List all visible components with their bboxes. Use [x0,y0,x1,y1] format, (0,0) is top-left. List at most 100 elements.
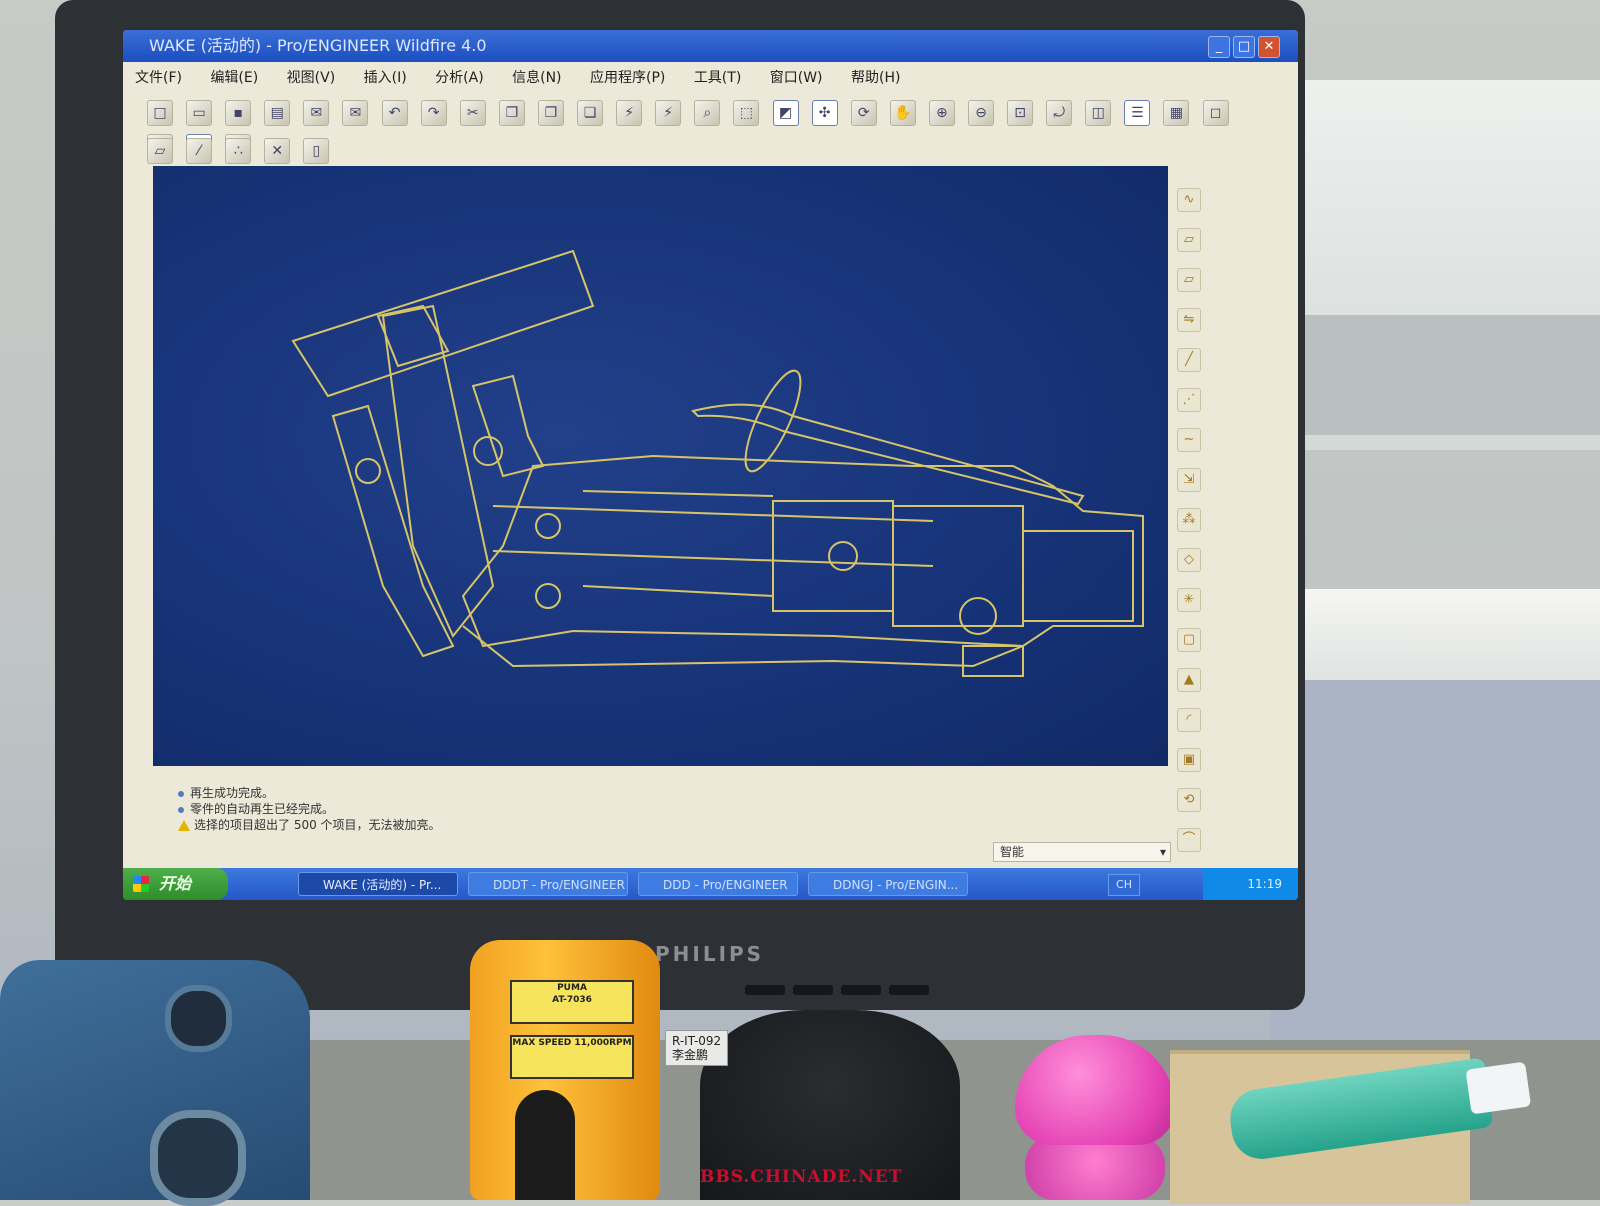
bearing-2 [473,436,503,466]
merge-icon[interactable]: ⇲ [1177,468,1201,492]
line-icon[interactable]: ╱ [1177,348,1201,372]
model-tree-icon[interactable]: ▦ [1163,100,1190,126]
task-button-wake[interactable]: WAKE (活动的) - Pr... [298,872,458,896]
task-button-ddngj[interactable]: DDNGJ - Pro/ENGIN... [808,872,968,896]
grinder-handle [515,1090,575,1200]
body-left-arm [331,404,455,658]
sketch-icon[interactable]: ∿ [1177,188,1201,212]
offset-icon[interactable]: ▢ [1177,628,1201,652]
datum-axis-icon[interactable]: ⁄ [186,138,213,164]
paste-special-icon[interactable]: ❏ [577,100,604,126]
menu-tools[interactable]: 工具(T) [694,64,741,92]
round-icon[interactable]: ◜ [1177,708,1201,732]
revolve-icon[interactable]: ⟲ [1177,788,1201,812]
undo-icon[interactable]: ↶ [381,100,408,126]
monitor-buttons [745,980,937,999]
menu-edit[interactable]: 编辑(E) [210,64,258,92]
close-button[interactable]: ✕ [1258,36,1280,58]
layers-icon[interactable]: ☰ [1124,100,1151,126]
task-button-dddt[interactable]: DDDT - Pro/ENGINEER [468,872,628,896]
feature-toolbar: ∿ ▱ ▱ ⇋ ╱ ⋰ ∼ ⇲ ⁂ ◇ ✳ ▢ ▲ ◜ ▣ ⟲ ⌒ ◎ ▭ ⌂ [1173,180,1233,892]
clock[interactable]: 11:19 [1247,877,1282,891]
print-icon[interactable]: ▤ [264,100,291,126]
datum-point-icon[interactable]: ∴ [225,138,252,164]
menu-info[interactable]: 信息(N) [512,64,561,92]
csys-icon[interactable]: ✳ [1177,588,1201,612]
bearing-1 [355,458,381,484]
redo-icon[interactable]: ↷ [420,100,447,126]
menu-bar: 文件(F) 编辑(E) 视图(V) 插入(I) 分析(A) 信息(N) 应用程序… [123,64,1298,92]
sweep-icon[interactable]: ⌒ [1177,828,1201,852]
reorient-icon[interactable]: ⤾ [1046,100,1073,126]
start-button[interactable]: 开始 [123,868,228,900]
datum-csys-icon[interactable]: ✕ [264,138,291,164]
grinder-speed: MAX SPEED 11,000RPM [512,1038,632,1048]
orient-icon[interactable]: ⟳ [850,100,877,126]
minimize-button[interactable]: _ [1208,36,1230,58]
monitor-button[interactable] [793,985,833,995]
open-icon[interactable]: ▭ [186,100,213,126]
mail-icon[interactable]: ✉ [342,100,369,126]
menu-help[interactable]: 帮助(H) [851,64,900,92]
trigger-lever [691,403,1085,506]
start-label: 开始 [159,874,192,893]
rear-cap [1022,530,1134,622]
copy-icon[interactable]: ❐ [498,100,525,126]
cut-icon[interactable]: ✂ [459,100,486,126]
new-icon[interactable]: □ [147,100,173,126]
menu-view[interactable]: 视图(V) [287,64,336,92]
datum-plane-icon[interactable]: ▱ [147,138,173,164]
analysis-icon[interactable]: ▲ [1177,668,1201,692]
menu-window[interactable]: 窗口(W) [770,64,823,92]
point-icon[interactable]: ⁂ [1177,508,1201,532]
spin-center-icon[interactable]: ✣ [811,100,838,126]
message-text: 选择的项目超出了 500 个项目，无法被加亮。 [194,818,441,832]
monitor-button[interactable] [745,985,785,995]
regenerate-icon[interactable]: ⚡ [616,100,643,126]
regen-manager-icon[interactable]: ⚡ [655,100,682,126]
menu-applications[interactable]: 应用程序(P) [590,64,665,92]
menu-analysis[interactable]: 分析(A) [435,64,484,92]
lower-housing [462,625,1024,668]
pan-icon[interactable]: ✋ [889,100,916,126]
menu-insert[interactable]: 插入(I) [364,64,407,92]
handle-grip [291,249,595,398]
save-icon[interactable]: ▪ [225,100,252,126]
taskbar: 开始 WAKE (活动的) - Pr... DDDT - Pro/ENGINEE… [123,868,1298,900]
shaft-line [492,505,934,522]
maximize-button[interactable]: □ [1233,36,1255,58]
trim-icon[interactable]: ◇ [1177,548,1201,572]
plane-icon[interactable]: ▱ [1177,268,1201,292]
refit-icon[interactable]: ⊡ [1007,100,1034,126]
task-button-ddd[interactable]: DDD - Pro/ENGINEER [638,872,798,896]
selection-filter[interactable]: 智能 ▾ [993,842,1171,862]
monitor-button[interactable] [841,985,881,995]
pattern-icon[interactable]: ⋰ [1177,388,1201,412]
menu-file[interactable]: 文件(F) [135,64,182,92]
language-indicator[interactable]: CH [1108,874,1140,896]
paste-icon[interactable]: ❐ [537,100,564,126]
message-text: 零件的自动再生已经完成。 [190,802,335,816]
send-icon[interactable]: ✉ [303,100,330,126]
select-box-icon[interactable]: ⬚ [733,100,760,126]
curve-icon[interactable]: ∼ [1177,428,1201,452]
mirror-icon[interactable]: ⇋ [1177,308,1201,332]
saved-views-icon[interactable]: ◫ [1085,100,1112,126]
zoom-out-icon[interactable]: ⊖ [967,100,994,126]
message-text: 再生成功完成。 [190,786,275,800]
repaint-icon[interactable]: ◩ [772,100,799,126]
filter-value: 智能 [1000,845,1025,859]
spindle-upper [582,490,774,497]
window-sill [1296,315,1600,435]
find-icon[interactable]: ⌕ [694,100,721,126]
graphics-window[interactable] [153,166,1168,766]
datum-icon[interactable]: ▱ [1177,228,1201,252]
tool-hub [165,985,232,1052]
system-tray: 11:19 [1203,868,1298,900]
annotation-icon[interactable]: ▯ [303,138,330,164]
grinder-label: PUMA AT-7036 [510,980,634,1024]
monitor-button[interactable] [889,985,929,995]
wireframe-icon[interactable]: ◻ [1202,100,1229,126]
zoom-in-icon[interactable]: ⊕ [928,100,955,126]
extrude-icon[interactable]: ▣ [1177,748,1201,772]
